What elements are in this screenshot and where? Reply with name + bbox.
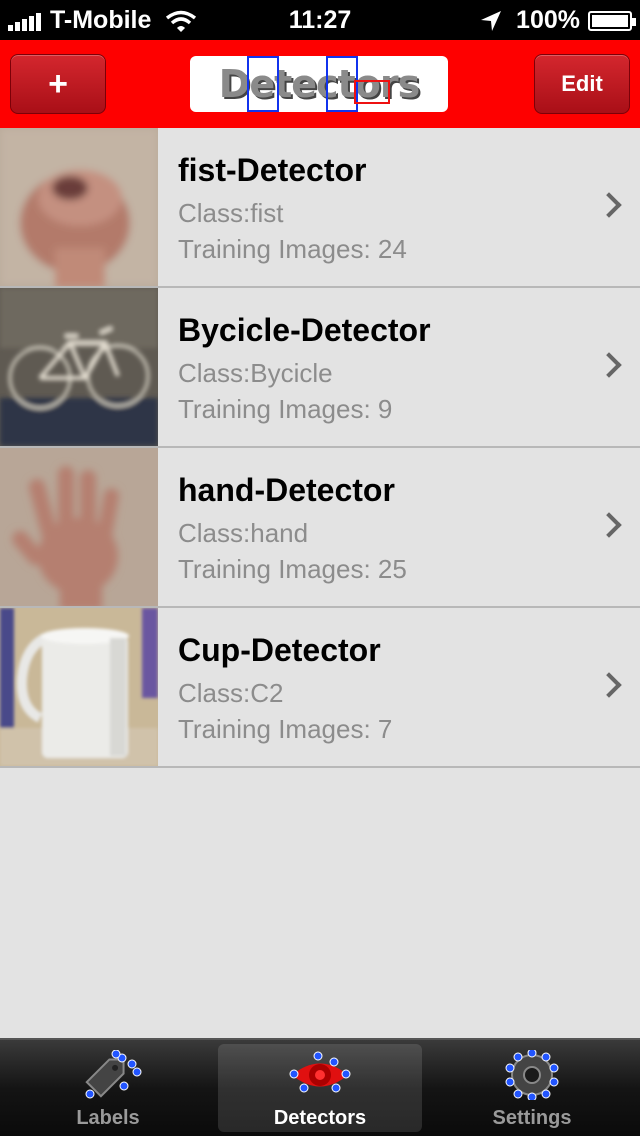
detector-list: fist-Detector Class:fist Training Images… <box>0 128 640 768</box>
fist-thumbnail <box>0 128 158 286</box>
logo-detection-box <box>247 56 279 112</box>
detector-class: Class:fist <box>178 198 284 228</box>
detector-title: hand-Detector <box>178 472 395 508</box>
detector-row-cup[interactable]: Cup-Detector Class:C2 Training Images: 7 <box>0 608 640 768</box>
chevron-right-icon <box>596 672 622 698</box>
tab-detectors[interactable]: Detectors <box>218 1044 422 1132</box>
detector-row-hand[interactable]: hand-Detector Class:hand Training Images… <box>0 448 640 608</box>
bycicle-thumbnail <box>0 288 158 446</box>
chevron-right-icon <box>596 192 622 218</box>
status-bar: T-Mobile 11:27 100% <box>0 0 640 40</box>
hand-thumbnail <box>0 448 158 606</box>
detector-training-count: Training Images: 25 <box>178 554 407 584</box>
detector-title: Bycicle-Detector <box>178 312 431 348</box>
tag-icon <box>85 1050 142 1099</box>
battery-percent: 100% <box>516 6 580 34</box>
detector-row-fist[interactable]: fist-Detector Class:fist Training Images… <box>0 128 640 288</box>
chevron-right-icon <box>596 352 622 378</box>
status-right: 100% <box>480 6 636 35</box>
add-detector-button[interactable]: + <box>10 54 106 114</box>
edit-button[interactable]: Edit <box>534 54 630 114</box>
tab-label: Settings <box>492 1107 572 1129</box>
logo-detection-box <box>354 80 390 104</box>
detector-title: fist-Detector <box>178 152 367 188</box>
detector-class: Class:Bycicle <box>178 358 333 388</box>
detector-training-count: Training Images: 24 <box>178 234 407 264</box>
battery-icon <box>588 10 636 31</box>
detector-training-count: Training Images: 7 <box>178 714 393 744</box>
gear-icon <box>505 1050 559 1100</box>
location-arrow-icon <box>481 10 502 31</box>
chevron-right-icon <box>596 512 622 538</box>
tab-bar: Labels Detectors Settings <box>0 1038 640 1136</box>
detector-title: Cup-Detector <box>178 632 381 668</box>
detectors-logo: Detectors <box>190 56 448 112</box>
tab-labels[interactable]: Labels <box>6 1044 210 1132</box>
cup-thumbnail <box>0 608 158 766</box>
tab-label: Detectors <box>273 1107 367 1129</box>
detector-class: Class:hand <box>178 518 309 548</box>
detector-row-bycicle[interactable]: Bycicle-Detector Class:Bycicle Training … <box>0 288 640 448</box>
tab-label: Labels <box>76 1107 140 1129</box>
navigation-bar: + Detectors Edit <box>0 40 640 128</box>
eye-icon <box>289 1051 351 1093</box>
tab-settings[interactable]: Settings <box>430 1044 634 1132</box>
detector-training-count: Training Images: 9 <box>178 394 393 424</box>
detector-class: Class:C2 <box>178 678 284 708</box>
app-screen: T-Mobile 11:27 100% + Detectors Edit fis… <box>0 0 640 1136</box>
nav-title: Detectors <box>218 62 420 106</box>
